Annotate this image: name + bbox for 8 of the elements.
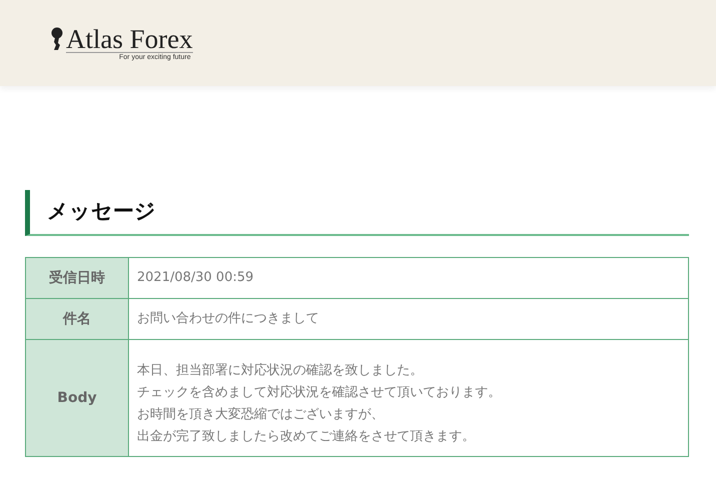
field-label: 件名: [26, 298, 128, 340]
field-label: 受信日時: [26, 258, 128, 298]
field-value: お問い合わせの件につきまして: [128, 298, 688, 340]
field-label: Body: [26, 340, 128, 456]
field-value: 2021/08/30 00:59: [128, 258, 688, 298]
logo-name: Atlas Forex: [66, 24, 193, 54]
field-value: 本日、担当部署に対応状況の確認を致しました。 チェックを含めまして対応状況を確認させて頂いております。 お時間を頂き大変恐縮ではございますが、 出金が完了致しましたら改めてご連絡をさせて頂きます。: [128, 340, 688, 456]
section-heading: メッセージ: [25, 190, 689, 236]
